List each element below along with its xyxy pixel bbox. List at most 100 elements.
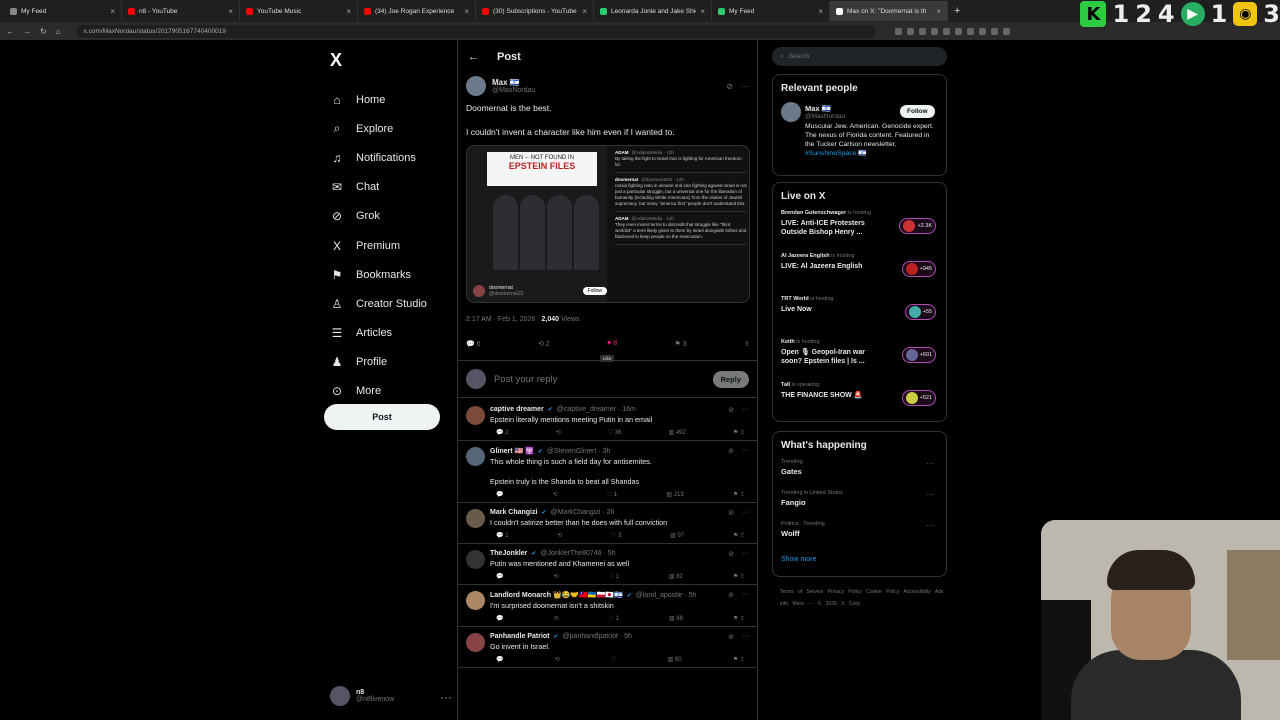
live-item[interactable]: Keith is hosting Open 🎙 Geopol-Iran war s… (781, 339, 938, 382)
repost-action[interactable]: ⟲ (557, 532, 562, 539)
bookmark-icon[interactable]: ⚑ ⇪ (733, 491, 745, 498)
reply-action[interactable]: 💬 (496, 491, 503, 498)
share-icon[interactable]: ⇪ (744, 340, 750, 352)
browser-tab[interactable]: Max on X: "Doomernat is th × (830, 1, 948, 21)
follow-button[interactable]: Follow (900, 105, 935, 118)
avatar[interactable] (466, 76, 486, 96)
nav-item-more[interactable]: ⊙ More (322, 377, 452, 406)
avatar[interactable] (466, 509, 485, 528)
nav-item-bookmarks[interactable]: ⚑ Bookmarks (322, 260, 452, 289)
views-action[interactable]: ▥ 60 (668, 656, 682, 663)
views-action[interactable]: ▥ 82 (669, 573, 683, 580)
like-action[interactable]: ♡ 1 (608, 573, 618, 580)
close-icon[interactable]: × (818, 7, 823, 16)
bookmark-icon[interactable]: ⚑ ⇪ (733, 429, 745, 436)
trend-item[interactable]: Trending Gates ··· (781, 459, 938, 490)
reply-action[interactable]: 💬 6 (466, 340, 481, 352)
reply-handle[interactable]: @MarkChangizi · 2h (550, 509, 614, 516)
more-icon[interactable]: ··· (742, 591, 749, 599)
back-icon[interactable]: ← (6, 27, 14, 36)
more-icon[interactable]: ··· (742, 447, 749, 455)
avatar[interactable] (781, 102, 801, 122)
like-action[interactable]: ♥ 8 (607, 340, 617, 352)
more-icon[interactable]: ··· (926, 521, 934, 530)
bio-hashtag[interactable]: #SunshineSpace 🇮🇱 (805, 150, 867, 157)
avatar[interactable] (466, 447, 485, 466)
avatar[interactable] (466, 550, 485, 569)
repost-action[interactable]: ⟲ (553, 615, 558, 622)
grok-icon[interactable]: ⊘ (726, 82, 733, 91)
reply-item[interactable]: Glinert 🇺🇸 🕎 ✔ @StevenGlinert · 3h ⊘ ··· This… (458, 441, 757, 503)
post-button[interactable]: Post (324, 404, 440, 430)
post-media-image[interactable]: MEN -- NOT FOUND IN EPSTEIN FILES doomer… (466, 145, 750, 303)
browser-tab[interactable]: YouTube Music × (240, 1, 358, 21)
like-action[interactable]: ♡ 1 (608, 615, 618, 622)
reply-item[interactable]: Mark Changizi ✔ @MarkChangizi · 2h ⊘ ··· I co… (458, 503, 757, 544)
repost-action[interactable]: ⟲ (553, 491, 558, 498)
close-icon[interactable]: × (700, 7, 705, 16)
reply-input[interactable]: Post your reply (494, 374, 557, 385)
post-author[interactable]: Max 🇮🇱 @MaxNordau ⊘ ··· (458, 74, 757, 98)
close-icon[interactable]: × (228, 7, 233, 16)
nav-item-explore[interactable]: ⌕ Explore (322, 114, 452, 143)
nav-item-chat[interactable]: ✉ Chat (322, 173, 452, 202)
repost-action[interactable]: ⟲ 2 (538, 340, 550, 352)
x-logo-icon[interactable]: X (330, 50, 452, 71)
reply-item[interactable]: captive dreamer ✔ @captive_dreamer · 16m ⊘ ·… (458, 400, 757, 441)
reply-item[interactable]: Landlord Monarch 👑😂🤝🇹🇼🇺🇦🇵🇱🇯🇵🇮🇱 ✔ @land_apo… (458, 585, 757, 627)
nav-item-profile[interactable]: ♟ Profile (322, 348, 452, 377)
reply-author-name[interactable]: Glinert 🇺🇸 🕎 (490, 447, 534, 455)
bookmark-icon[interactable]: ⚑ ⇪ (733, 656, 745, 663)
reply-author-name[interactable]: captive dreamer (490, 406, 544, 413)
url-field[interactable]: x.com/MaxNordau/status/20179051677404000… (75, 24, 876, 38)
close-icon[interactable]: × (346, 7, 351, 16)
like-action[interactable]: ♡ (611, 656, 616, 663)
live-item[interactable]: Brendan Gutenschwager is hosting LIVE: An… (781, 210, 938, 253)
more-icon[interactable]: ··· (926, 459, 934, 468)
reply-action[interactable]: 💬 2 (496, 429, 508, 436)
live-item[interactable]: Tall is speaking THE FINANCE SHOW 🚨 +521 (781, 382, 938, 425)
grok-icon[interactable]: ⊘ (728, 550, 734, 558)
reply-action[interactable]: 💬 (496, 573, 503, 580)
trend-item[interactable]: Trending in United States Fangio ··· (781, 490, 938, 521)
more-icon[interactable]: ··· (742, 509, 749, 517)
reply-button[interactable]: Reply (712, 370, 749, 388)
avatar[interactable] (466, 591, 485, 610)
account-switcher[interactable]: n8 @n8livenow ··· (330, 686, 452, 706)
bookmark-action[interactable]: ⚑ 3 (675, 340, 687, 352)
browser-tab[interactable]: (34) Joe Rogan Experience × (358, 1, 476, 21)
more-dots-icon[interactable]: ··· (440, 690, 452, 704)
close-icon[interactable]: × (582, 7, 587, 16)
more-icon[interactable]: ··· (926, 490, 934, 499)
back-arrow-icon[interactable]: ← (468, 51, 479, 63)
repost-action[interactable]: ⟲ (556, 429, 561, 436)
grok-icon[interactable]: ⊘ (728, 447, 734, 455)
reply-handle[interactable]: @land_apostle · 5h (636, 592, 697, 599)
more-icon[interactable]: ··· (741, 82, 749, 91)
nav-item-premium[interactable]: X Premium (322, 231, 452, 260)
avatar[interactable] (466, 633, 485, 652)
reply-item[interactable]: Panhandle Patriot ✔ @panhandlpatriot · 5h ⊘… (458, 627, 757, 668)
live-item[interactable]: TRT World is hosting Live Now +55 (781, 296, 938, 339)
bookmark-icon[interactable]: ⚑ ⇪ (733, 532, 745, 539)
show-more-link[interactable]: Show more (781, 556, 938, 563)
like-action[interactable]: ♡ 3 (611, 532, 621, 539)
close-icon[interactable]: × (936, 7, 941, 16)
reply-author-name[interactable]: Mark Changizi (490, 509, 537, 516)
more-icon[interactable]: ··· (742, 633, 749, 641)
nav-item-articles[interactable]: ☰ Articles (322, 319, 452, 348)
author-handle[interactable]: @MaxNordau (492, 87, 535, 94)
browser-tab[interactable]: Leonarda Jonie and Jake Shiel × (594, 1, 712, 21)
extension-icons[interactable] (894, 27, 1010, 35)
author-name[interactable]: Max 🇮🇱 (492, 78, 535, 87)
reply-author-name[interactable]: TheJonkler (490, 550, 527, 557)
like-action[interactable]: ♡ 36 (608, 429, 622, 436)
home-icon[interactable]: ⌂ (56, 27, 61, 36)
reply-handle[interactable]: @panhandlpatriot · 5h (563, 633, 632, 640)
like-action[interactable]: ♡ 1 (607, 491, 617, 498)
forward-icon[interactable]: → (23, 27, 31, 36)
reply-handle[interactable]: @captive_dreamer · 16m (557, 406, 636, 413)
grok-icon[interactable]: ⊘ (728, 591, 734, 599)
reply-action[interactable]: 💬 (496, 656, 503, 663)
bookmark-icon[interactable]: ⚑ ⇪ (733, 573, 745, 580)
